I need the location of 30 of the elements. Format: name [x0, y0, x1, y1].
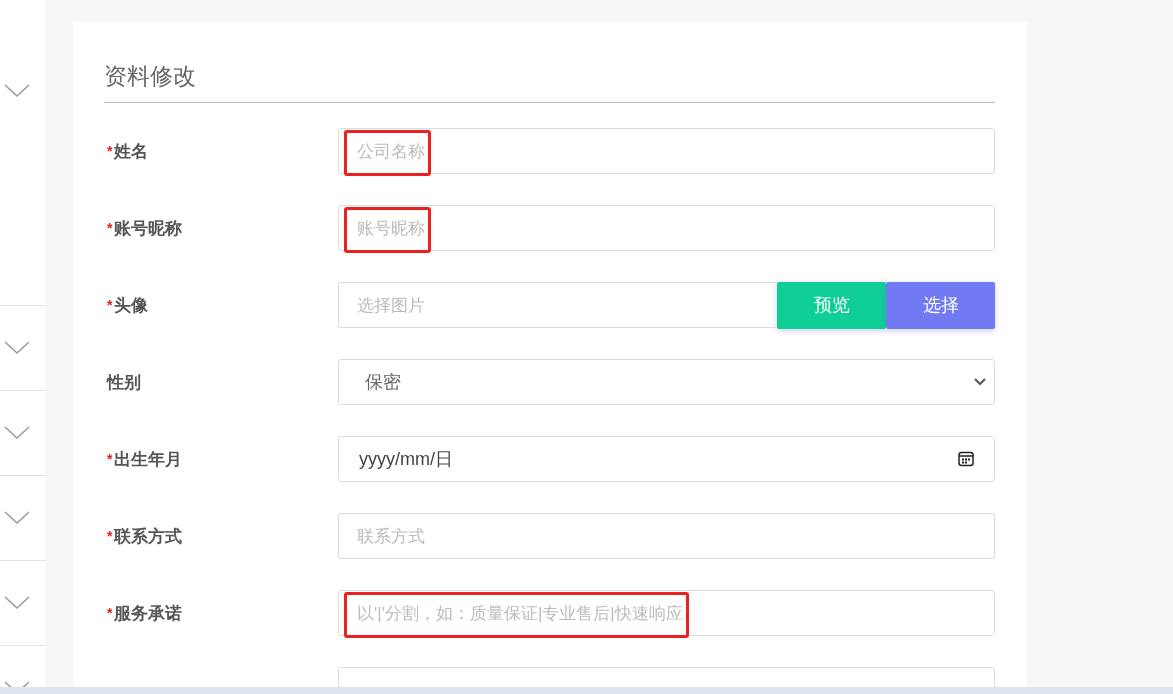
chevron-icon[interactable]: [4, 596, 30, 610]
field-label: 联系方式: [114, 525, 183, 548]
input-field[interactable]: 账号昵称: [338, 205, 995, 251]
input-field[interactable]: 联系方式: [338, 513, 995, 559]
field-label: 头像: [114, 294, 149, 317]
field-label: 账号昵称: [114, 217, 183, 240]
required-mark: *: [107, 528, 113, 544]
form-title: 资料修改: [104, 62, 196, 90]
calendar-icon[interactable]: [958, 451, 974, 467]
required-mark: *: [107, 605, 113, 621]
input-field[interactable]: 以'|'分割，如：质量保证|专业售后|快速响应: [338, 590, 995, 636]
chevron-icon[interactable]: [4, 511, 30, 525]
image-path-field[interactable]: 选择图片: [338, 282, 777, 328]
field-label: 出生年月: [114, 448, 183, 471]
chevron-down-icon: [974, 378, 986, 386]
chevron-icon[interactable]: [4, 341, 30, 355]
field-label: 性别: [107, 371, 141, 394]
required-mark: *: [107, 451, 113, 467]
required-mark: *: [107, 143, 113, 159]
field-label: 姓名: [114, 140, 149, 163]
field-label: 服务承诺: [114, 602, 183, 625]
chevron-icon[interactable]: [4, 426, 30, 440]
preview-button[interactable]: 预览: [777, 281, 886, 329]
input-field[interactable]: 公司名称: [338, 128, 995, 174]
choose-button[interactable]: 选择: [886, 281, 995, 329]
chevron-icon[interactable]: [4, 84, 30, 98]
required-mark: *: [107, 220, 113, 236]
select-field[interactable]: 保密: [338, 359, 995, 405]
date-field[interactable]: yyyy/mm/日: [338, 436, 995, 482]
required-mark: *: [107, 297, 113, 313]
